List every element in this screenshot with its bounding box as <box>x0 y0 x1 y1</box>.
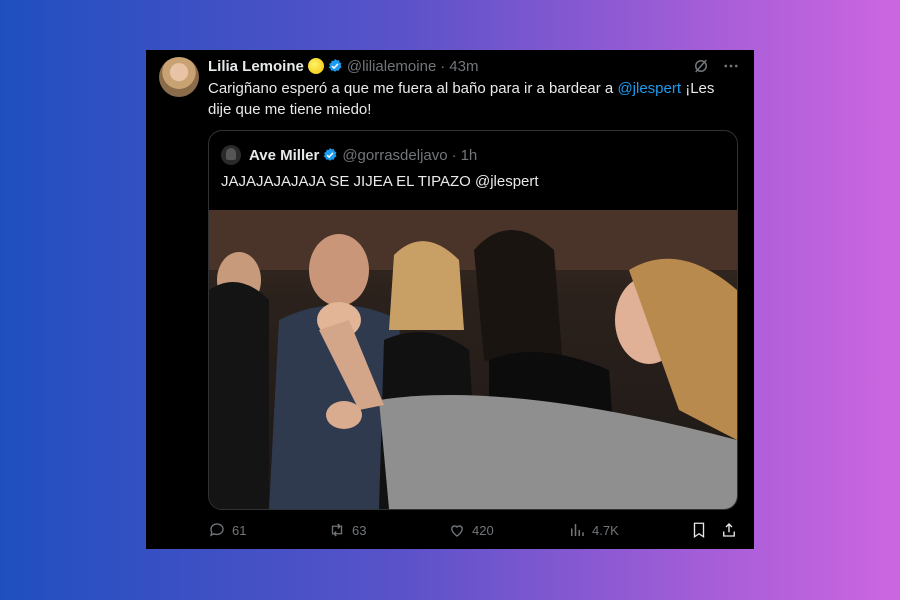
header-actions <box>692 57 740 75</box>
quote-header: Ave Miller @gorrasdeljavo · 1h <box>221 145 477 165</box>
reply-button[interactable]: 61 <box>208 521 246 539</box>
lemon-emoji-icon <box>307 58 324 74</box>
author-name[interactable]: Lilia Lemoine <box>208 58 304 75</box>
tweet-text-part: Carigñano esperó a que me fuera al baño … <box>208 80 618 97</box>
verified-icon <box>328 59 342 72</box>
author-handle[interactable]: @lilialemoine <box>347 58 436 75</box>
views-icon <box>571 524 584 536</box>
tweet-header: Lilia Lemoine @lilialemoine · 43m <box>208 56 740 76</box>
bookmark-icon <box>693 522 705 539</box>
photo-illustration <box>209 210 737 509</box>
reply-icon <box>209 523 224 537</box>
mention-link[interactable]: @jlespert <box>617 80 681 97</box>
quoted-tweet[interactable]: Ave Miller @gorrasdeljavo · 1h JAJAJAJAJ… <box>208 130 738 510</box>
dot-separator: · <box>451 146 457 164</box>
quote-media-photo[interactable] <box>209 210 737 509</box>
more-icon[interactable] <box>722 57 740 75</box>
quote-time[interactable]: 1h <box>461 147 478 164</box>
bookmark-button[interactable] <box>690 521 708 539</box>
tweet-text: Carigñano esperó a que me fuera al baño … <box>208 78 738 120</box>
retweet-count: 63 <box>352 522 367 538</box>
quote-author-name[interactable]: Ave Miller <box>249 147 319 164</box>
retweet-button[interactable]: 63 <box>328 521 366 539</box>
tweet-time[interactable]: 43m <box>449 58 478 75</box>
quote-author-handle[interactable]: @gorrasdeljavo <box>342 147 447 164</box>
verified-icon <box>323 148 337 161</box>
views-count: 4.7K <box>592 522 619 538</box>
share-icon <box>723 523 735 537</box>
dot-separator: · <box>440 57 446 75</box>
views-button[interactable]: 4.7K <box>568 521 619 539</box>
quote-text: JAJAJAJAJAJA SE JIJEA EL TIPAZO @jlesper… <box>221 173 539 190</box>
like-icon <box>451 525 463 537</box>
retweet-icon <box>331 523 343 537</box>
quote-avatar[interactable] <box>221 145 241 165</box>
share-button[interactable] <box>720 521 738 539</box>
tweet-actions: 61 63 420 4.7K <box>208 520 738 540</box>
tweet-card[interactable]: Lilia Lemoine @lilialemoine · 43m Carigñ… <box>146 50 754 549</box>
author-avatar[interactable] <box>159 57 199 97</box>
like-count: 420 <box>472 522 494 538</box>
reply-count: 61 <box>232 522 247 538</box>
grok-icon[interactable] <box>692 57 710 75</box>
like-button[interactable]: 420 <box>448 521 494 539</box>
